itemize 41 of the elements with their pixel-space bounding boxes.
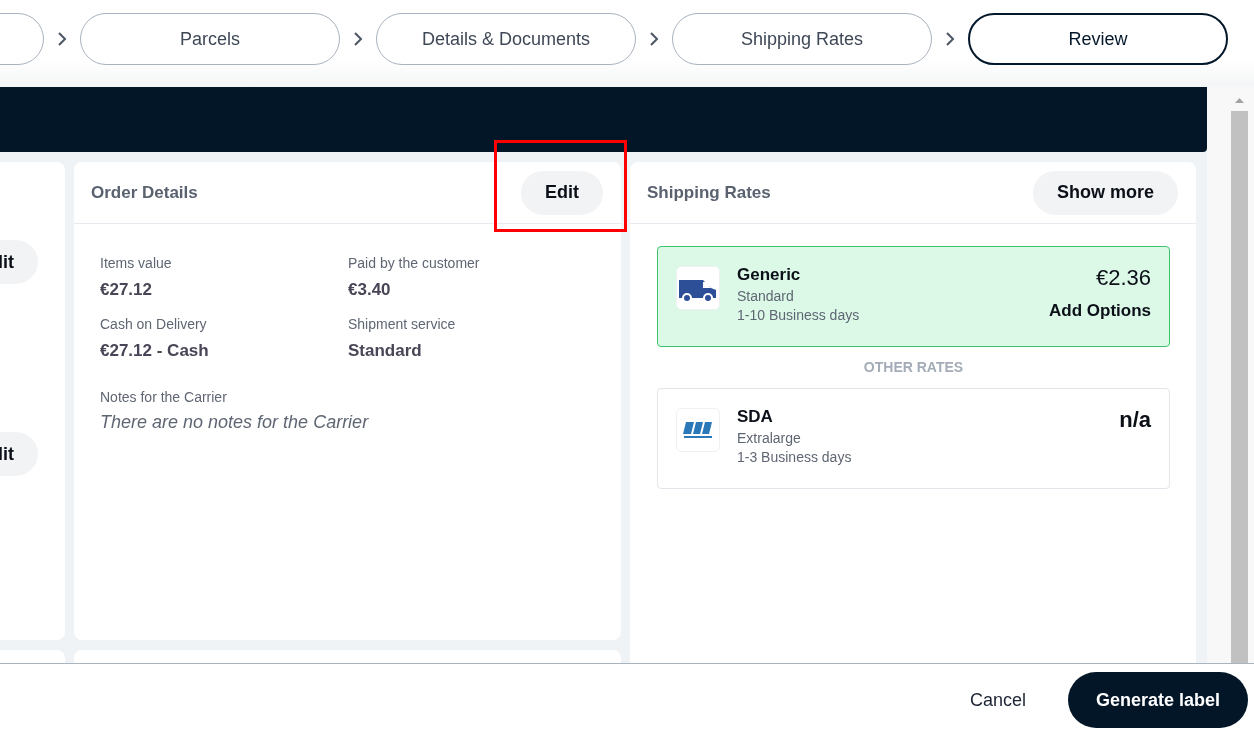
edit-button[interactable]: lit	[0, 240, 38, 284]
field-value: €3.40	[348, 280, 392, 300]
step-tab[interactable]: Parcels	[80, 13, 340, 65]
step-tab[interactable]: Review	[968, 13, 1228, 65]
field-label: Paid by the customer	[348, 255, 481, 271]
generate-label-button[interactable]: Generate label	[1067, 672, 1248, 728]
van-icon	[676, 266, 720, 310]
scrollbar[interactable]	[1207, 87, 1254, 663]
step-tab[interactable]: Shipping Rates	[672, 13, 932, 65]
field-label: Cash on Delivery	[100, 316, 208, 332]
rate-option[interactable]: SDA Extralarge 1-3 Business days n/a	[657, 388, 1170, 489]
step-tab[interactable]: Details & Documents	[376, 13, 636, 65]
service-name: Standard	[737, 288, 795, 304]
transit-time: 1-3 Business days	[737, 449, 853, 465]
chevron-right-icon	[351, 31, 365, 47]
logo-icon	[676, 408, 720, 452]
cancel-button[interactable]: Cancel	[963, 688, 1032, 712]
rate-price: €2.36	[1095, 265, 1151, 291]
edit-button[interactable]: lit	[0, 432, 38, 476]
show-more-button[interactable]: Show more	[1033, 170, 1178, 215]
section-label: OTHER RATES	[863, 359, 964, 375]
chevron-right-icon	[647, 31, 661, 47]
carrier-name: Generic	[737, 265, 802, 285]
edit-button[interactable]: Edit	[521, 170, 603, 215]
add-options-link[interactable]: Add Options	[1049, 301, 1151, 321]
field-label: Notes for the Carrier	[100, 389, 228, 405]
field-label: Items value	[100, 255, 173, 271]
service-name: Extralarge	[737, 430, 802, 446]
chevron-right-icon	[55, 31, 69, 47]
carrier-name: SDA	[737, 407, 774, 427]
rate-option[interactable]: Generic Standard 1-10 Business days €2.36 Add Options	[657, 246, 1170, 347]
field-value: Standard	[348, 341, 423, 361]
field-value: €27.12 - Cash	[100, 341, 210, 361]
rate-price: n/a	[1119, 407, 1151, 433]
transit-time: 1-10 Business days	[737, 307, 861, 323]
chevron-right-icon	[943, 31, 957, 47]
field-label: Shipment service	[348, 316, 457, 332]
card-title: Shipping Rates	[647, 182, 771, 203]
notes-text: There are no notes for the Carrier	[100, 412, 370, 433]
card-title: Order Details	[91, 182, 198, 203]
field-value: €27.12	[100, 280, 153, 300]
